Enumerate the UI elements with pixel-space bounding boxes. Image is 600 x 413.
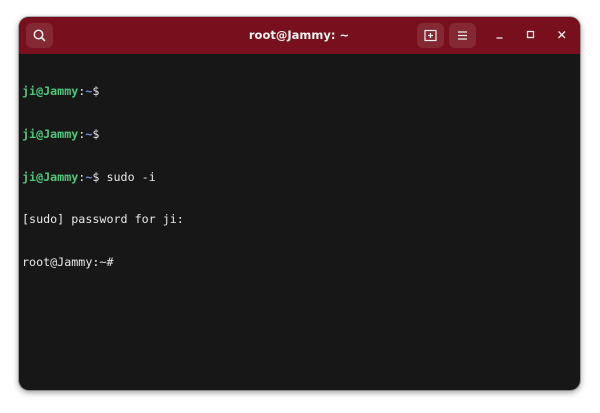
- command-text: sudo -i: [99, 169, 156, 184]
- terminal-output[interactable]: ji@Jammy:~$ ji@Jammy:~$ ji@Jammy:~$ sudo…: [22, 56, 577, 386]
- terminal-line: ji@Jammy:~$: [22, 127, 577, 141]
- new-tab-button[interactable]: [417, 23, 444, 48]
- prompt-user: ji@Jammy: [22, 169, 79, 184]
- maximize-button[interactable]: [521, 25, 541, 45]
- prompt-symbol: $: [92, 127, 100, 141]
- prompt-symbol: $: [92, 84, 100, 99]
- terminal-line: ji@Jammy:~$: [22, 84, 577, 98]
- minimize-button[interactable]: [490, 25, 510, 45]
- minimize-icon: [496, 37, 503, 39]
- prompt-user: ji@Jammy: [22, 84, 79, 99]
- search-button[interactable]: [26, 23, 53, 48]
- menu-button[interactable]: [449, 23, 476, 48]
- prompt-user: ji@Jammy: [22, 127, 79, 141]
- terminal-window: root@Jammy: ~ ji@Jammy:~$ ji@Jammy:~$ ji…: [19, 17, 580, 390]
- maximize-icon: [526, 30, 535, 39]
- root-prompt: root@Jammy:~#: [22, 254, 121, 269]
- new-tab-icon: [424, 29, 437, 42]
- hamburger-menu-icon: [458, 31, 467, 40]
- terminal-line: [sudo] password for ji:: [22, 212, 577, 226]
- terminal-line: root@Jammy:~#: [22, 255, 577, 269]
- terminal-cursor: [121, 255, 128, 268]
- sudo-password-prompt: [sudo] password for ji:: [22, 212, 184, 227]
- search-icon: [33, 29, 46, 42]
- title-bar[interactable]: root@Jammy: ~: [19, 17, 580, 54]
- close-button[interactable]: [552, 25, 572, 45]
- terminal-line: ji@Jammy:~$ sudo -i: [22, 170, 577, 184]
- window-title: root@Jammy: ~: [248, 28, 350, 42]
- close-icon: [558, 31, 566, 39]
